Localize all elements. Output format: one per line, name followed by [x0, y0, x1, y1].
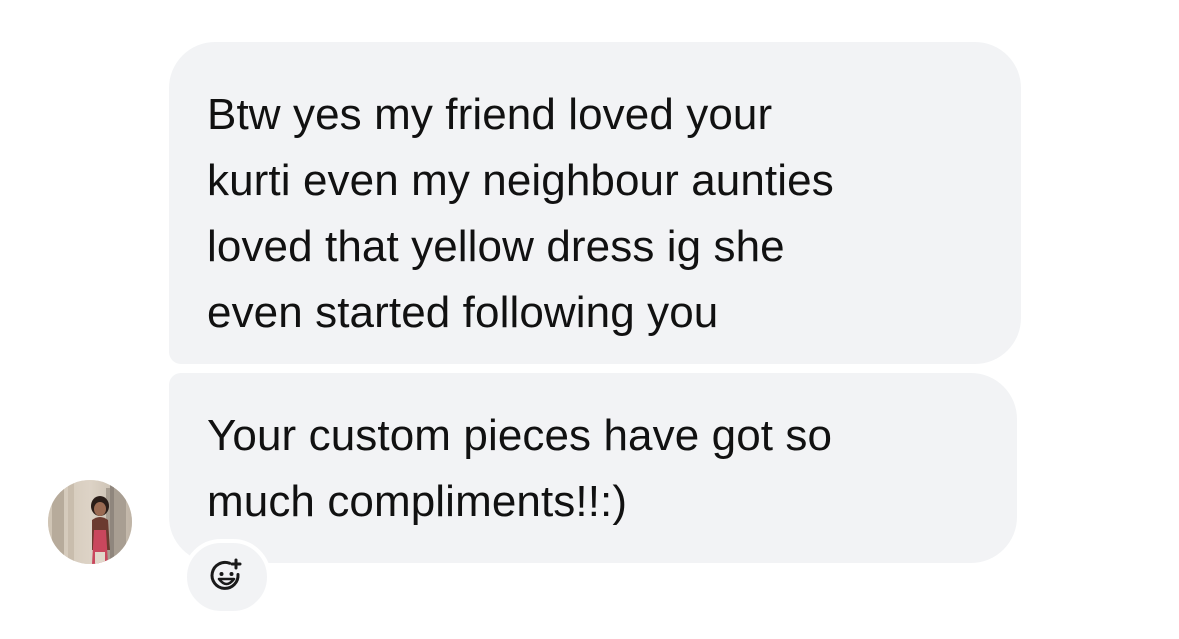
message-bubble[interactable]: Btw yes my friend loved your kurti even … [169, 42, 1021, 364]
chat-thread: Btw yes my friend loved your kurti even … [0, 0, 1179, 639]
add-reaction-icon [210, 558, 242, 590]
message-bubble[interactable]: Your custom pieces have got so much comp… [169, 373, 1017, 563]
message-text: Btw yes my friend loved your kurti even … [207, 90, 834, 337]
message-text: Your custom pieces have got so much comp… [207, 411, 833, 526]
avatar[interactable] [48, 480, 132, 564]
add-reaction-button[interactable] [183, 539, 271, 615]
avatar-photo [48, 480, 132, 564]
